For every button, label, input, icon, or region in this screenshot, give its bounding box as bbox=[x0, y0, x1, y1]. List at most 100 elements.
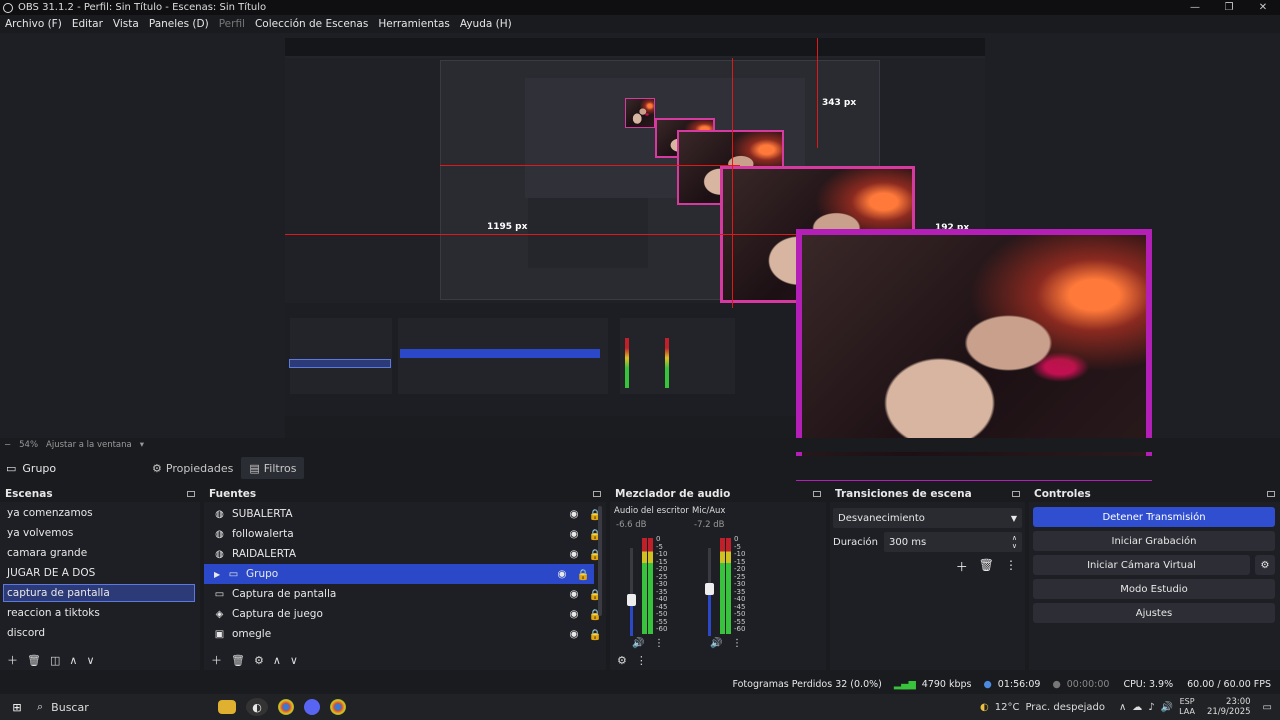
add-source-button[interactable]: ＋ bbox=[211, 652, 222, 668]
taskbar-search[interactable]: ⌕ Buscar bbox=[33, 696, 213, 718]
lock-icon[interactable]: 🔒 bbox=[572, 568, 594, 581]
scene-item[interactable]: ya volvemos bbox=[0, 523, 200, 543]
obs-icon[interactable]: ◐ bbox=[246, 698, 268, 716]
control-button[interactable]: Iniciar Cámara Virtual bbox=[1033, 555, 1250, 575]
menu-item-6[interactable]: Herramientas bbox=[373, 18, 455, 30]
mixer-channel-db: -6.6 dB bbox=[616, 520, 647, 530]
language-indicator[interactable]: ESP LAA bbox=[1179, 697, 1195, 717]
bitrate: 4790 kbps bbox=[921, 678, 972, 690]
volume-fader-handle[interactable] bbox=[627, 594, 636, 607]
source-item[interactable]: ◍ RAIDALERTA ◉ 🔒 bbox=[204, 544, 606, 564]
zoom-out-button[interactable]: − bbox=[0, 440, 15, 450]
properties-button[interactable]: ⚙ Propiedades bbox=[144, 457, 241, 479]
undock-icon[interactable] bbox=[187, 491, 195, 497]
undock-icon[interactable] bbox=[1012, 491, 1020, 497]
source-item[interactable]: ◍ SUBALERTA ◉ 🔒 bbox=[204, 504, 606, 524]
control-button[interactable]: Iniciar Grabación bbox=[1033, 531, 1275, 551]
menu-item-7[interactable]: Ayuda (H) bbox=[455, 18, 517, 30]
mixer-menu-button[interactable]: ⋮ bbox=[636, 654, 647, 667]
scene-filters-button[interactable]: ◫ bbox=[50, 654, 60, 667]
visibility-eye-icon[interactable]: ◉ bbox=[568, 548, 580, 560]
folder-icon: ▭ bbox=[6, 461, 17, 475]
discord-icon[interactable] bbox=[304, 699, 320, 715]
menu-item-1[interactable]: Editar bbox=[67, 18, 108, 30]
lock-icon[interactable]: 🔒 bbox=[584, 628, 606, 641]
move-up-button[interactable]: ∧ bbox=[69, 654, 77, 667]
volume-icon[interactable]: 🔊 bbox=[1161, 702, 1173, 713]
advanced-audio-button[interactable]: ⚙ bbox=[617, 654, 627, 667]
add-scene-button[interactable]: ＋ bbox=[7, 652, 18, 668]
scene-item[interactable]: discord bbox=[0, 623, 200, 643]
scene-item[interactable]: reaccion a tiktoks bbox=[0, 603, 200, 623]
control-button[interactable]: Ajustes bbox=[1033, 603, 1275, 623]
add-transition-button[interactable]: ＋ bbox=[956, 558, 968, 575]
visibility-eye-icon[interactable]: ◉ bbox=[568, 628, 580, 640]
source-item[interactable]: ◍ followalerta ◉ 🔒 bbox=[204, 524, 606, 544]
scene-item[interactable]: camara grande bbox=[0, 543, 200, 563]
mute-speaker-icon[interactable]: 🔊 bbox=[710, 638, 722, 649]
scene-item[interactable]: captura de pantalla bbox=[3, 584, 195, 602]
menu-item-0[interactable]: Archivo (F) bbox=[0, 18, 67, 30]
lock-icon[interactable]: 🔒 bbox=[584, 588, 606, 601]
lock-icon[interactable]: 🔒 bbox=[584, 548, 606, 561]
source-item[interactable]: ◈ Captura de juego ◉ 🔒 bbox=[204, 604, 606, 624]
channel-menu-icon[interactable]: ⋮ bbox=[654, 638, 664, 649]
channel-menu-icon[interactable]: ⋮ bbox=[732, 638, 742, 649]
visibility-eye-icon[interactable]: ◉ bbox=[556, 568, 568, 580]
control-button[interactable]: Modo Estudio bbox=[1033, 579, 1275, 599]
remove-scene-button[interactable]: 🗑 bbox=[27, 654, 41, 667]
fit-to-window-button[interactable]: Ajustar a la ventana bbox=[42, 440, 136, 450]
chrome-icon[interactable] bbox=[278, 699, 294, 715]
remove-transition-button[interactable]: 🗑 bbox=[979, 558, 994, 575]
lock-icon[interactable]: 🔒 bbox=[584, 508, 606, 521]
chrome-icon-2[interactable] bbox=[330, 699, 346, 715]
expand-arrow-icon[interactable]: ▶ bbox=[214, 570, 224, 579]
volume-fader-handle[interactable] bbox=[705, 582, 714, 595]
chevron-down-icon[interactable]: ▾ bbox=[136, 440, 148, 450]
visibility-eye-icon[interactable]: ◉ bbox=[568, 588, 580, 600]
mic-icon[interactable]: ♪ bbox=[1148, 702, 1154, 713]
menu-item-4[interactable]: Perfil bbox=[214, 18, 250, 30]
notifications-icon[interactable]: ▭ bbox=[1263, 702, 1272, 713]
close-button[interactable]: ✕ bbox=[1246, 2, 1280, 13]
lock-icon[interactable]: 🔒 bbox=[584, 528, 606, 541]
move-up-button[interactable]: ∧ bbox=[273, 654, 281, 667]
scene-item[interactable]: ya comenzamos bbox=[0, 503, 200, 523]
transition-select[interactable]: Desvanecimiento ▼ bbox=[833, 508, 1022, 528]
clock[interactable]: 23:00 21/9/2025 bbox=[1207, 697, 1251, 717]
menu-item-3[interactable]: Paneles (D) bbox=[144, 18, 214, 30]
virtual-camera-settings-gear-icon[interactable]: ⚙ bbox=[1255, 555, 1275, 575]
remove-source-button[interactable]: 🗑 bbox=[231, 654, 245, 667]
move-down-button[interactable]: ∨ bbox=[86, 654, 94, 667]
duration-input[interactable]: 300 ms ∧ ∨ bbox=[884, 532, 1022, 552]
scene-item[interactable]: JUGAR DE A DOS bbox=[0, 563, 200, 583]
visibility-eye-icon[interactable]: ◉ bbox=[568, 608, 580, 620]
chevron-up-icon[interactable]: ∧ bbox=[1119, 702, 1126, 713]
menu-item-5[interactable]: Colección de Escenas bbox=[250, 18, 373, 30]
source-properties-button[interactable]: ⚙ bbox=[254, 654, 264, 667]
sources-scrollbar[interactable] bbox=[598, 506, 602, 616]
source-label: Captura de pantalla bbox=[232, 588, 337, 600]
maximize-button[interactable]: ❐ bbox=[1212, 2, 1246, 13]
undock-icon[interactable] bbox=[1267, 491, 1275, 497]
source-item[interactable]: ▶ ▭ Grupo ◉ 🔒 bbox=[204, 564, 594, 584]
undock-icon[interactable] bbox=[593, 491, 601, 497]
mute-speaker-icon[interactable]: 🔊 bbox=[632, 638, 644, 649]
minimize-button[interactable]: — bbox=[1178, 2, 1212, 13]
control-button[interactable]: Detener Transmisión bbox=[1033, 507, 1275, 527]
undock-icon[interactable] bbox=[813, 491, 821, 497]
duration-stepper[interactable]: ∧ ∨ bbox=[1012, 534, 1017, 550]
source-item[interactable]: ▣ omegle ◉ 🔒 bbox=[204, 624, 606, 644]
filters-button[interactable]: ▤ Filtros bbox=[241, 457, 305, 479]
network-icon[interactable]: ☁ bbox=[1132, 702, 1142, 713]
visibility-eye-icon[interactable]: ◉ bbox=[568, 528, 580, 540]
volume-fader-track[interactable] bbox=[630, 548, 633, 636]
windows-start-icon[interactable]: ⊞ bbox=[6, 698, 28, 716]
lock-icon[interactable]: 🔒 bbox=[584, 608, 606, 621]
transition-menu-button[interactable]: ⋮ bbox=[1005, 558, 1017, 575]
folder-icon[interactable] bbox=[218, 700, 236, 714]
visibility-eye-icon[interactable]: ◉ bbox=[568, 508, 580, 520]
source-item[interactable]: ▭ Captura de pantalla ◉ 🔒 bbox=[204, 584, 606, 604]
menu-item-2[interactable]: Vista bbox=[108, 18, 144, 30]
move-down-button[interactable]: ∨ bbox=[290, 654, 298, 667]
